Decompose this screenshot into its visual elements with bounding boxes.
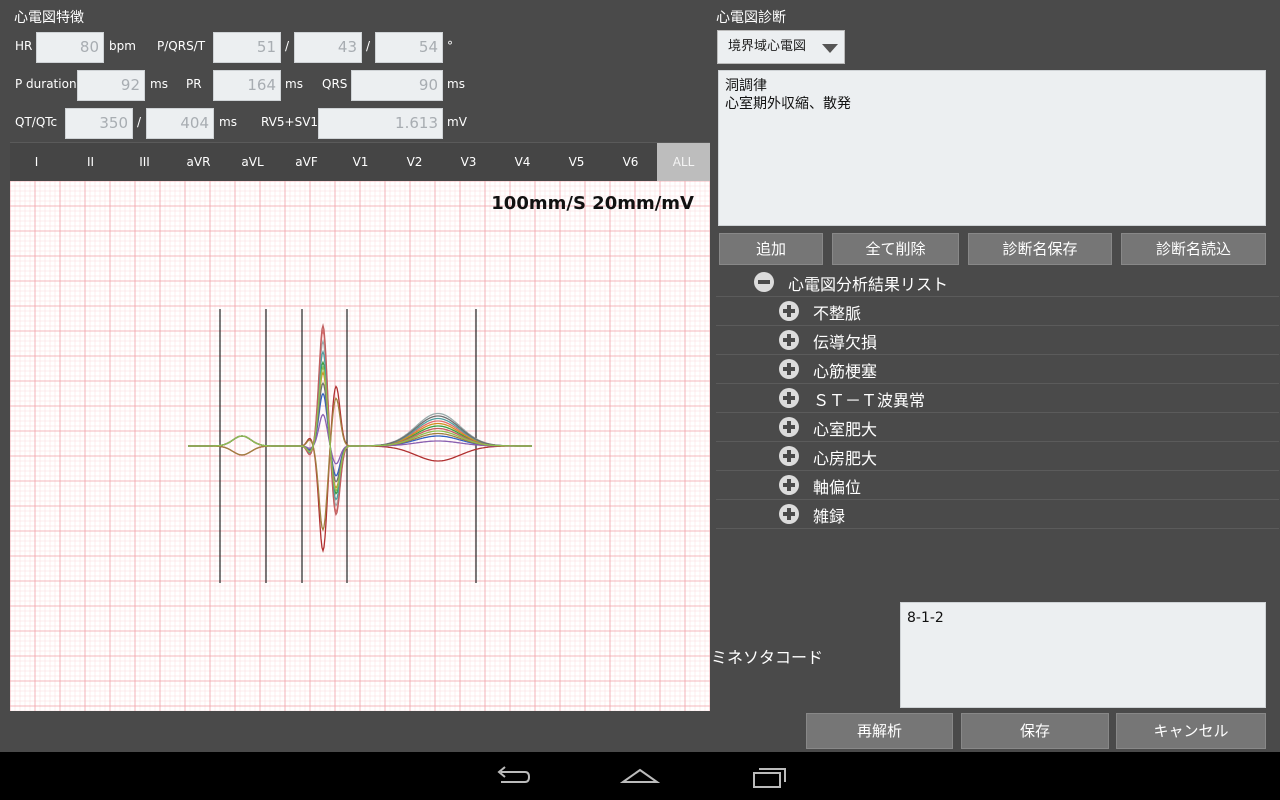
ecg-speed-label: 100mm/S 20mm/mV [491, 193, 694, 214]
p-axis-field[interactable]: 51 [213, 32, 281, 63]
analysis-item-label: 心房肥大 [813, 449, 878, 468]
home-icon[interactable] [620, 762, 660, 792]
analysis-item-label: ＳＴ－Ｔ波異常 [813, 391, 926, 410]
analysis-item-arrhythmia[interactable]: 不整脈 [716, 297, 1279, 326]
save-diagnosis-name-button[interactable]: 診断名保存 [968, 233, 1112, 265]
tab-lead-v6[interactable]: V6 [604, 143, 657, 182]
expand-icon [779, 359, 799, 379]
tab-lead-avr[interactable]: aVR [172, 143, 225, 182]
clear-all-button[interactable]: 全て削除 [832, 233, 959, 265]
pqrst-sep-1: / [285, 39, 290, 53]
rv5sv1-label: RV5+SV1 [261, 115, 319, 129]
analysis-item-atrial-hypertrophy[interactable]: 心房肥大 [716, 442, 1279, 471]
tab-lead-v2[interactable]: V2 [388, 143, 441, 182]
rv5sv1-unit: mV [447, 115, 467, 129]
system-navigation-bar [0, 752, 1280, 800]
diagnosis-text-area[interactable]: 洞調律 心室期外収縮、散発 [718, 70, 1266, 226]
tab-lead-ii[interactable]: II [64, 143, 117, 182]
add-button[interactable]: 追加 [719, 233, 823, 265]
qrs-field[interactable]: 90 [351, 70, 443, 101]
analysis-item-axis-deviation[interactable]: 軸偏位 [716, 471, 1279, 500]
expand-icon [779, 388, 799, 408]
lead-tabs: I II III aVR aVL aVF V1 V2 V3 V4 V5 V6 A… [10, 142, 710, 182]
analysis-item-label: 心室肥大 [813, 420, 878, 439]
hr-unit: bpm [109, 39, 136, 53]
diagnosis-category-value: 境界域心電図 [728, 39, 807, 54]
qrs-unit: ms [447, 77, 465, 91]
pqrst-sep-2: / [366, 39, 371, 53]
diagnosis-category-dropdown[interactable]: 境界域心電図 [717, 30, 845, 64]
reanalyze-button[interactable]: 再解析 [806, 713, 953, 749]
analysis-item-label: 軸偏位 [813, 478, 862, 497]
tab-lead-v1[interactable]: V1 [334, 143, 387, 182]
qrs-label: QRS [322, 77, 348, 91]
analysis-item-ventricular-hypertrophy[interactable]: 心室肥大 [716, 413, 1279, 442]
expand-icon [779, 301, 799, 321]
tab-lead-avl[interactable]: aVL [226, 143, 279, 182]
tab-lead-all[interactable]: ALL [657, 143, 710, 182]
diagnosis-line-1: 洞調律 [725, 78, 767, 94]
qrs-axis-field[interactable]: 43 [294, 32, 362, 63]
pduration-label: P duration [15, 77, 77, 91]
qtqtc-label: QT/QTc [15, 115, 58, 129]
pduration-unit: ms [150, 77, 168, 91]
pr-field[interactable]: 164 [213, 70, 281, 101]
pduration-field[interactable]: 92 [77, 70, 145, 101]
load-diagnosis-name-button[interactable]: 診断名読込 [1121, 233, 1266, 265]
diagnosis-line-2: 心室期外収縮、散発 [725, 96, 851, 112]
qtqtc-sep: / [137, 115, 142, 129]
expand-icon [779, 504, 799, 524]
minnesota-code-field[interactable]: 8-1-2 [900, 602, 1266, 708]
save-button[interactable]: 保存 [961, 713, 1109, 749]
ecg-waveform-canvas [10, 181, 710, 711]
tab-lead-avf[interactable]: aVF [280, 143, 333, 182]
qt-field[interactable]: 350 [65, 108, 133, 139]
cancel-button[interactable]: キャンセル [1116, 713, 1266, 749]
ecg-display[interactable]: 100mm/S 20mm/mV [10, 181, 710, 711]
analysis-item-conduction-defect[interactable]: 伝導欠損 [716, 326, 1279, 355]
collapse-icon [754, 272, 774, 292]
tab-lead-i[interactable]: I [10, 143, 63, 182]
analysis-item-label: 伝導欠損 [813, 333, 878, 352]
rv5sv1-field[interactable]: 1.613 [318, 108, 443, 139]
expand-icon [779, 475, 799, 495]
pr-label: PR [186, 77, 202, 91]
features-title: 心電図特徴 [14, 10, 84, 26]
tab-lead-v5[interactable]: V5 [550, 143, 603, 182]
qtc-field[interactable]: 404 [146, 108, 214, 139]
dropdown-arrow-icon [822, 44, 838, 53]
hr-field[interactable]: 80 [36, 32, 104, 63]
analysis-item-label: 心筋梗塞 [813, 362, 878, 381]
expand-icon [779, 330, 799, 350]
analysis-list-root[interactable]: 心電図分析結果リスト [716, 268, 1279, 297]
expand-icon [779, 446, 799, 466]
tab-lead-v3[interactable]: V3 [442, 143, 495, 182]
analysis-item-label: 不整脈 [813, 304, 862, 323]
analysis-item-st-t-abnormality[interactable]: ＳＴ－Ｔ波異常 [716, 384, 1279, 413]
hr-label: HR [15, 39, 33, 53]
expand-icon [779, 417, 799, 437]
analysis-item-myocardial-infarction[interactable]: 心筋梗塞 [716, 355, 1279, 384]
pqrst-label: P/QRS/T [157, 39, 206, 53]
t-axis-field[interactable]: 54 [375, 32, 443, 63]
analysis-item-label: 雑録 [813, 507, 846, 526]
minnesota-code-label: ミネソタコード [711, 648, 824, 667]
recent-apps-icon[interactable] [750, 762, 790, 792]
analysis-list-root-label: 心電図分析結果リスト [788, 275, 949, 294]
analysis-item-miscellaneous[interactable]: 雑録 [716, 500, 1279, 529]
tab-lead-v4[interactable]: V4 [496, 143, 549, 182]
qtqtc-unit: ms [219, 115, 237, 129]
diagnosis-title: 心電図診断 [716, 10, 786, 26]
tab-lead-iii[interactable]: III [118, 143, 171, 182]
pqrst-unit: ° [447, 39, 453, 53]
pr-unit: ms [285, 77, 303, 91]
back-icon[interactable] [493, 762, 533, 792]
